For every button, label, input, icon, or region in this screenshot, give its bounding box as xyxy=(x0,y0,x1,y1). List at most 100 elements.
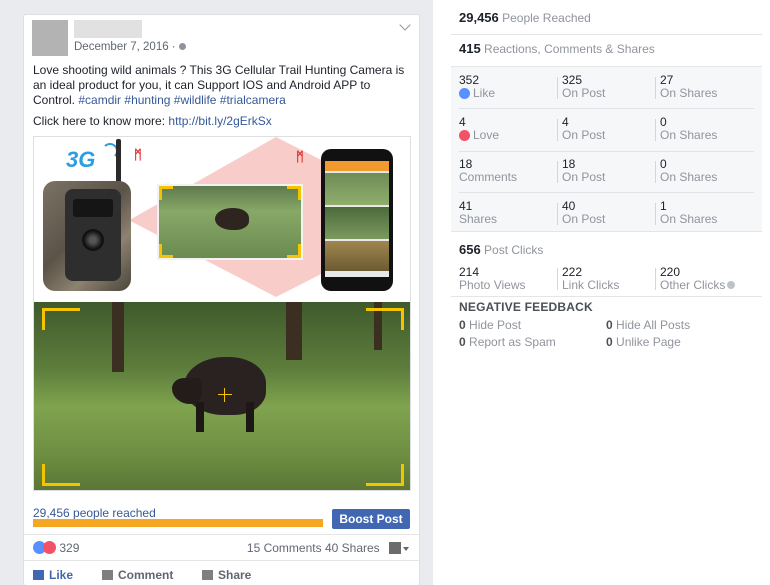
boar-thumbnail xyxy=(215,208,249,230)
boar-photo xyxy=(34,302,410,490)
love-label: Love xyxy=(473,128,500,142)
loves-on-shares-label: On Shares xyxy=(660,128,718,142)
hide-post-value: 0 xyxy=(459,318,466,332)
boar-leg xyxy=(196,402,204,432)
divider xyxy=(451,296,762,297)
globe-icon xyxy=(178,43,186,51)
page-name-redacted xyxy=(74,20,142,38)
post-more-label: Click here to know more: xyxy=(33,114,166,128)
like-label: Like xyxy=(49,568,74,582)
divider xyxy=(557,203,558,225)
photo-views-label: Photo Views xyxy=(459,278,526,292)
loves-on-shares: 0 On Shares xyxy=(660,116,717,142)
love-row: 4 Love 4 On Post 0 On Shares xyxy=(451,111,762,152)
shares-row: 41 Shares 40 On Post 1 On Shares xyxy=(451,195,762,236)
like-button[interactable]: Like xyxy=(33,568,73,582)
reactions-summary[interactable]: 329 xyxy=(33,541,79,555)
shares-count[interactable]: 40 Shares xyxy=(325,541,380,555)
reach-progress-bar xyxy=(33,519,323,527)
shares-on-post: 40 On Post xyxy=(562,200,605,226)
divider xyxy=(557,161,558,183)
divider xyxy=(655,161,656,183)
phone-app-bar xyxy=(325,161,389,171)
divider xyxy=(459,151,754,152)
divider xyxy=(557,268,558,290)
people-reached-stat: 29,456 People Reached xyxy=(459,10,591,25)
shares-on-post-label: On Post xyxy=(562,212,606,226)
phone-screen xyxy=(325,161,389,277)
chevron-down-icon[interactable] xyxy=(399,19,411,31)
frame-corner xyxy=(287,244,301,258)
other-clicks: 220 Other Clicks xyxy=(660,266,736,292)
divider xyxy=(24,534,419,535)
insights-panel: 29,456 People Reached 415 Reactions, Com… xyxy=(451,0,762,585)
tree-trunk xyxy=(112,302,124,372)
page-thumbnail-icon[interactable] xyxy=(389,542,401,554)
divider xyxy=(655,119,656,141)
engagement-value: 415 xyxy=(459,41,481,56)
phone-photo xyxy=(325,173,389,205)
divider xyxy=(451,34,762,35)
comment-icon xyxy=(102,570,113,580)
engagement-stat: 415 Reactions, Comments & Shares xyxy=(459,41,655,56)
chevron-down-icon[interactable] xyxy=(403,547,409,551)
shares-total-label: Shares xyxy=(459,212,498,226)
info-icon[interactable] xyxy=(727,281,736,289)
boost-post-button[interactable]: Boost Post xyxy=(332,509,410,529)
shares-on-shares: 1 On Shares xyxy=(660,200,717,226)
signal-icon: ᛗ xyxy=(134,147,142,162)
post-actions: Like Comment Share xyxy=(24,566,419,585)
hide-post-label: Hide Post xyxy=(469,318,522,332)
ad-banner: 3G ᛗ ᛗ xyxy=(34,137,410,302)
divider xyxy=(459,108,754,109)
comment-button[interactable]: Comment xyxy=(102,568,173,582)
post-more-line: Click here to know more: http://bit.ly/2… xyxy=(33,114,272,128)
divider xyxy=(459,192,754,193)
like-icon xyxy=(459,88,470,99)
frame-corner xyxy=(366,464,404,486)
likes-on-shares: 27 On Shares xyxy=(660,74,717,100)
link-clicks: 222 Link Clicks xyxy=(562,266,619,292)
report-spam-stat: 0 Report as Spam xyxy=(459,335,556,349)
love-icon xyxy=(43,541,56,554)
other-clicks-text: Other Clicks xyxy=(660,278,726,292)
frame-corner xyxy=(42,464,80,486)
people-reached-label: People Reached xyxy=(502,11,591,25)
likes-on-post-label: On Post xyxy=(562,86,606,100)
post-date[interactable]: December 7, 2016 · xyxy=(74,41,186,53)
people-reached-link[interactable]: 29,456 people reached xyxy=(33,506,156,520)
post-hashtags[interactable]: #camdir #hunting #wildlife #trialcamera xyxy=(78,93,285,107)
post-clicks-stat: 656 Post Clicks xyxy=(459,242,543,257)
hide-post-stat: 0 Hide Post xyxy=(459,318,521,332)
camera-ir-panel xyxy=(73,199,113,217)
reaction-count: 329 xyxy=(59,541,80,555)
other-clicks-label: Other Clicks xyxy=(660,278,736,292)
page-avatar[interactable] xyxy=(32,20,68,56)
boar-leg xyxy=(246,402,254,432)
post-link[interactable]: http://bit.ly/2gErkSx xyxy=(168,114,271,128)
frame-corner xyxy=(287,186,301,200)
loves-on-post-label: On Post xyxy=(562,128,606,142)
camera-face xyxy=(65,189,121,281)
boar-head xyxy=(172,378,202,404)
comments-shares: 15 Comments 40 Shares xyxy=(247,541,409,555)
phone-photo xyxy=(325,207,389,239)
report-spam-value: 0 xyxy=(459,335,466,349)
phone-image xyxy=(321,149,393,291)
likes-total-label: Like xyxy=(459,87,495,100)
tree-trunk xyxy=(286,302,302,360)
hide-all-posts-stat: 0 Hide All Posts xyxy=(606,318,690,332)
share-label: Share xyxy=(218,568,252,582)
crosshair xyxy=(218,394,232,395)
post-image[interactable]: 3G ᛗ ᛗ xyxy=(33,136,411,491)
loves-on-post: 4 On Post xyxy=(562,116,605,142)
comments-on-post-label: On Post xyxy=(562,170,606,184)
comments-count[interactable]: 15 Comments xyxy=(247,541,322,555)
signal-icon: ᛗ xyxy=(296,149,304,164)
share-button[interactable]: Share xyxy=(202,568,251,582)
hide-all-posts-value: 0 xyxy=(606,318,613,332)
comments-total: 18 Comments xyxy=(459,158,517,184)
love-icon xyxy=(459,130,470,141)
comments-on-shares-label: On Shares xyxy=(660,170,718,184)
frame-corner xyxy=(366,308,404,330)
